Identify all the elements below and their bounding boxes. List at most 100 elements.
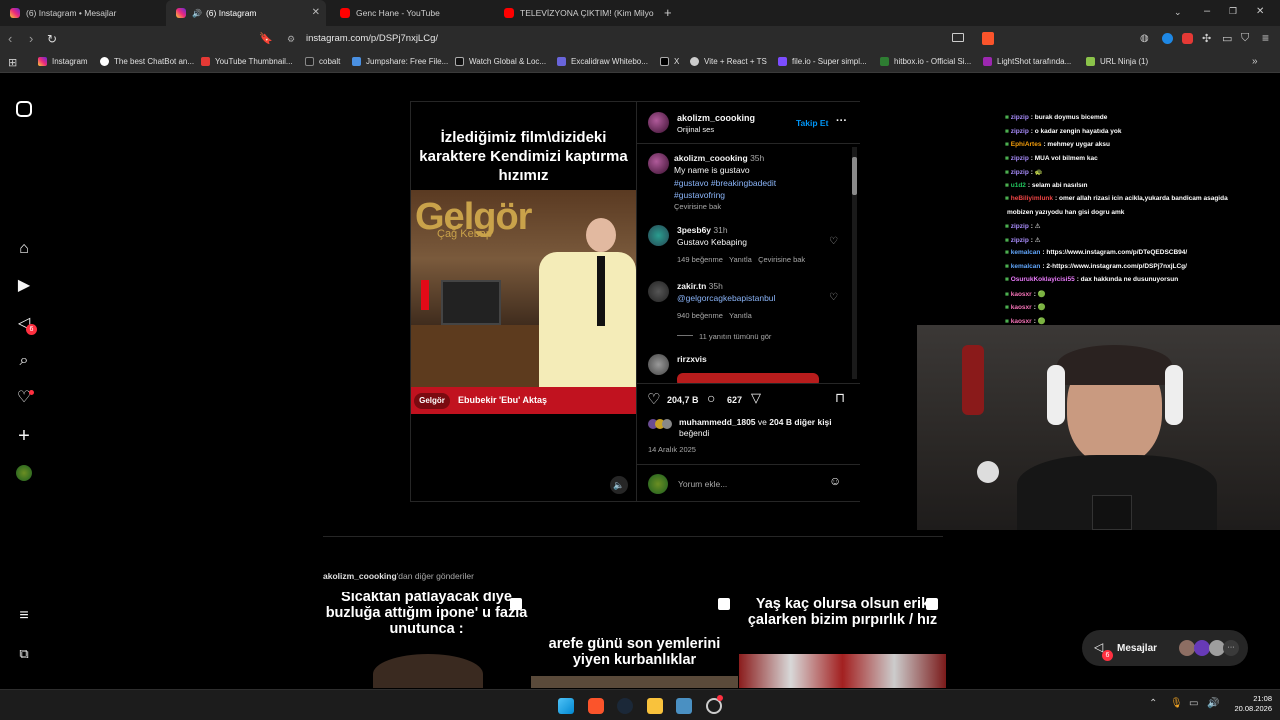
sidebar-toggle-icon[interactable]: ▭ bbox=[1222, 32, 1232, 45]
tab-instagram-active[interactable]: 🔊 (6) Instagram ✕ bbox=[166, 0, 326, 26]
caption-avatar[interactable] bbox=[648, 153, 669, 174]
vpn-shield-icon[interactable]: ⛉ bbox=[1241, 32, 1249, 45]
new-tab-button[interactable]: + bbox=[664, 5, 672, 20]
bookmark-cobalt[interactable]: cobalt bbox=[305, 57, 340, 66]
liked-by-user[interactable]: muhammedd_1805 bbox=[679, 417, 756, 427]
comment-translate[interactable]: Çevirisine bak bbox=[758, 255, 805, 264]
bookmark-jumpshare[interactable]: Jumpshare: Free File... bbox=[352, 57, 448, 66]
bookmark-fileio[interactable]: file.io - Super simpl... bbox=[778, 57, 867, 66]
comment-count[interactable]: 627 bbox=[727, 395, 742, 405]
comment-like-heart-icon[interactable]: ♡ bbox=[829, 236, 838, 247]
puzzle-icon[interactable]: ✣ bbox=[1202, 32, 1211, 45]
comment-mention[interactable]: @gelgorcagkebapistanbul bbox=[677, 293, 775, 303]
post-date[interactable]: 14 Aralık 2025 bbox=[648, 445, 696, 454]
bookmark-instagram[interactable]: Instagram bbox=[38, 57, 88, 66]
menu-icon[interactable]: ≡ bbox=[1262, 31, 1269, 45]
bookmark-x[interactable]: X bbox=[660, 57, 679, 66]
tab-youtube-genc-hane[interactable]: Genc Hane - YouTube bbox=[330, 0, 490, 26]
sound-toggle-icon[interactable]: 🔈 bbox=[610, 476, 628, 494]
bookmark-chatbot[interactable]: The best ChatBot an... bbox=[100, 57, 194, 66]
comment-avatar[interactable] bbox=[648, 354, 669, 375]
more-posts-user[interactable]: akolizm_coooking bbox=[323, 571, 397, 581]
reels-icon[interactable]: ▶ bbox=[14, 276, 34, 296]
brave-taskbar-icon[interactable] bbox=[588, 698, 604, 714]
comment-username[interactable]: rirzxvis bbox=[677, 354, 707, 364]
comment-username[interactable]: 3pesb6y bbox=[677, 225, 711, 235]
comment-bubble-icon[interactable]: ○ bbox=[707, 390, 715, 406]
search-icon[interactable]: ⌕ bbox=[14, 351, 34, 371]
comments-scrollbar-track[interactable] bbox=[852, 147, 857, 379]
file-explorer-icon[interactable] bbox=[647, 698, 663, 714]
comment-likes[interactable]: 940 beğenme bbox=[677, 311, 723, 320]
tray-chevron-icon[interactable]: ⌃ bbox=[1149, 698, 1157, 709]
comment-reply[interactable]: Yanıtla bbox=[729, 311, 752, 320]
like-count[interactable]: 204,7 B bbox=[667, 395, 699, 405]
restore-icon[interactable]: ❐ bbox=[1229, 6, 1237, 17]
audio-label[interactable]: Orijinal ses bbox=[677, 125, 714, 134]
comments-scroll[interactable]: akolizm_coooking 35h My name is gustavo … bbox=[637, 145, 860, 383]
reload-icon[interactable]: ↻ bbox=[47, 32, 57, 46]
follow-button[interactable]: Takip Et bbox=[796, 118, 828, 128]
back-icon[interactable]: ‹ bbox=[8, 32, 12, 46]
comment-input[interactable]: Yorum ekle... bbox=[678, 479, 727, 489]
comment-username[interactable]: zakir.tn bbox=[677, 281, 706, 291]
bookmark-youtube-thumbnail[interactable]: YouTube Thumbnail... bbox=[201, 57, 293, 66]
reel-video[interactable]: İzlediğimiz film\dizideki karaktere Kend… bbox=[411, 102, 636, 501]
tab-instagram-messages[interactable]: (6) Instagram • Mesajlar bbox=[0, 0, 165, 26]
apps-grid-icon[interactable]: ⊞ bbox=[8, 56, 17, 69]
caption-translate[interactable]: Çevirisine bak bbox=[674, 202, 721, 211]
photos-taskbar-icon[interactable] bbox=[676, 698, 692, 714]
comment-avatar[interactable] bbox=[648, 225, 669, 246]
comments-scrollbar-thumb[interactable] bbox=[852, 157, 857, 195]
share-icon[interactable]: ▽ bbox=[751, 390, 761, 406]
grid-thumb[interactable]: Sıcaktan patlayacak diye buzluğa attığım… bbox=[323, 592, 530, 688]
more-options-icon[interactable]: ··· bbox=[836, 115, 847, 127]
comment-like-heart-icon[interactable]: ♡ bbox=[829, 292, 838, 303]
cast-icon[interactable] bbox=[952, 33, 964, 42]
view-replies[interactable]: 11 yanıtın tümünü gör bbox=[699, 332, 771, 341]
microphone-tray-icon[interactable]: 🎙 bbox=[1170, 698, 1183, 709]
steam-taskbar-icon[interactable] bbox=[617, 698, 633, 714]
system-clock[interactable]: 21:08 20.08.2026 bbox=[1222, 694, 1272, 714]
bookmark-hitbox[interactable]: hitbox.io - Official Si... bbox=[880, 57, 971, 66]
volume-tray-icon[interactable]: 🔊 bbox=[1207, 698, 1219, 709]
save-bookmark-icon[interactable]: ⊓ bbox=[835, 390, 845, 406]
bookmark-lightshot[interactable]: LightShot tarafında... bbox=[983, 57, 1071, 66]
like-heart-icon[interactable]: ♡ bbox=[647, 390, 660, 408]
bookmark-excalidraw[interactable]: Excalidraw Whitebo... bbox=[557, 57, 648, 66]
home-icon[interactable]: ⌂ bbox=[14, 239, 34, 259]
caption-username[interactable]: akolizm_coooking bbox=[674, 153, 748, 163]
bookmark-icon[interactable]: 🔖 bbox=[259, 32, 273, 46]
monitor-tray-icon[interactable]: ▭ bbox=[1189, 698, 1198, 709]
bookmark-watch-global[interactable]: Watch Global & Loc... bbox=[455, 57, 546, 66]
tab-youtube-televizyona[interactable]: TELEVİZYONA ÇIKTIM! (Kim Milyoner bbox=[494, 0, 654, 26]
create-plus-icon[interactable]: + bbox=[14, 426, 34, 446]
caption-hashtag-2[interactable]: #gustavofring bbox=[674, 190, 725, 200]
bookmark-url-ninja[interactable]: URL Ninja (1) bbox=[1086, 57, 1148, 66]
minimize-icon[interactable]: – bbox=[1204, 5, 1210, 17]
extension-blue-icon[interactable] bbox=[1162, 33, 1173, 44]
instagram-logo-icon[interactable] bbox=[16, 101, 32, 117]
emoji-icon[interactable]: ☺ bbox=[829, 474, 841, 488]
close-window-icon[interactable]: ✕ bbox=[1256, 6, 1264, 17]
extensions-icon[interactable]: ◍ bbox=[1140, 33, 1149, 44]
comment-likes[interactable]: 149 beğenme bbox=[677, 255, 723, 264]
close-tab-icon[interactable]: ✕ bbox=[312, 7, 320, 18]
bookmark-vite[interactable]: Vite + React + TS bbox=[690, 57, 767, 66]
more-menu-icon[interactable]: ≡ bbox=[14, 606, 34, 626]
forward-icon[interactable]: › bbox=[29, 32, 33, 46]
messages-pill[interactable]: ◁ 6 Mesajlar ··· bbox=[1082, 630, 1248, 666]
grid-thumb[interactable]: arefe günü son yemlerini yiyen kurbanlık… bbox=[531, 592, 738, 688]
caption-hashtags[interactable]: #gustavo #breakingbadedit bbox=[674, 178, 776, 188]
liked-by-count[interactable]: 204 B diğer kişi bbox=[769, 417, 831, 427]
url-field[interactable]: instagram.com/p/DSPj7nxjLCg/ bbox=[282, 28, 1280, 50]
tab-search-chevron-icon[interactable]: ⌄ bbox=[1174, 7, 1182, 18]
extension-red-icon[interactable] bbox=[1182, 33, 1193, 44]
comment-reply[interactable]: Yanıtla bbox=[729, 255, 752, 264]
brave-shield-icon[interactable] bbox=[982, 32, 994, 45]
author-avatar[interactable] bbox=[648, 112, 669, 133]
threads-also-from-icon[interactable]: ⧉ bbox=[14, 644, 34, 664]
windows-start-icon[interactable] bbox=[558, 698, 574, 714]
author-username[interactable]: akolizm_coooking bbox=[677, 113, 755, 123]
more-bookmarks-icon[interactable]: » bbox=[1252, 56, 1258, 67]
